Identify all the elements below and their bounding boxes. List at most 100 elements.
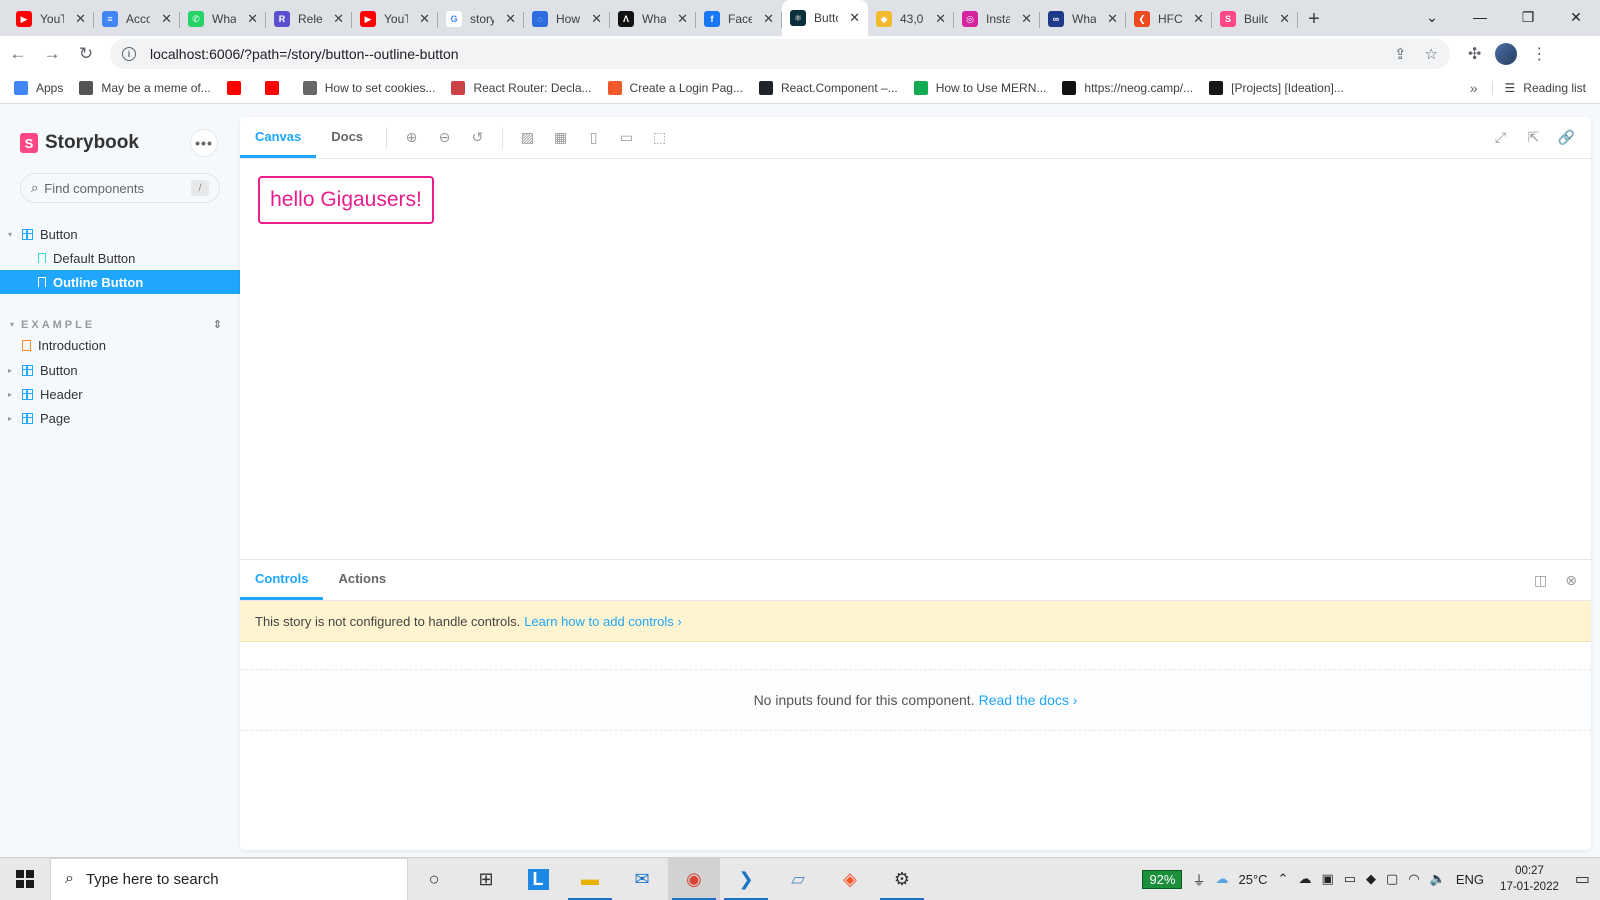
lapp-icon[interactable]: L xyxy=(512,858,564,900)
copy-link-icon[interactable]: 🔗 xyxy=(1550,117,1583,158)
tree-story-outline-button[interactable]: Outline Button xyxy=(0,270,240,294)
tab-close-icon[interactable]: ✕ xyxy=(333,11,344,27)
browser-tab[interactable]: Λ What ✕ xyxy=(610,2,696,36)
onedrive-icon[interactable]: ☁ xyxy=(1298,871,1311,887)
fullscreen-icon[interactable]: ⤢ xyxy=(1484,117,1517,158)
clock[interactable]: 00:27 17-01-2022 xyxy=(1500,863,1559,895)
tab-close-icon[interactable]: ✕ xyxy=(1193,11,1204,27)
tree-component-example-button[interactable]: ▸ Button xyxy=(0,358,240,382)
zoom-in-icon[interactable]: ⊕ xyxy=(395,117,428,158)
browser-tab[interactable]: ▶ YouTube ✕ xyxy=(352,2,438,36)
taskbar-search[interactable]: ⌕ Type here to search xyxy=(50,857,408,900)
browser-tab[interactable]: ❮ HFC ✕ xyxy=(1126,2,1212,36)
tree-component-header[interactable]: ▸ Header xyxy=(0,382,240,406)
remote-desktop-icon[interactable]: ▱ xyxy=(772,858,824,900)
browser-tab[interactable]: ▶ YouTube ✕ xyxy=(8,2,94,36)
browser-tab[interactable]: ✆ WhatsApp ✕ xyxy=(180,2,266,36)
tab-close-icon[interactable]: ✕ xyxy=(591,11,602,27)
extensions-icon[interactable]: ✣ xyxy=(1468,44,1481,64)
measure-icon[interactable]: ▭ xyxy=(610,117,643,158)
share-icon[interactable]: ⇪ xyxy=(1394,45,1407,63)
zoom-reset-icon[interactable]: ↺ xyxy=(461,117,494,158)
close-window-button[interactable]: ✕ xyxy=(1552,0,1600,34)
battery-icon[interactable]: ▭ xyxy=(1344,871,1356,887)
browser-tab[interactable]: ⚛ Button ✕ xyxy=(782,0,868,36)
battery-indicator[interactable]: 92% xyxy=(1142,869,1183,889)
start-button[interactable] xyxy=(0,858,50,900)
bookmark-item[interactable]: React Router: Decla... xyxy=(451,80,592,95)
search-input[interactable] xyxy=(44,180,185,196)
bookmark-item[interactable]: How to set cookies... xyxy=(302,80,435,95)
bookmark-item[interactable] xyxy=(226,80,249,95)
mail-icon[interactable]: ✉ xyxy=(616,858,668,900)
storybook-brand[interactable]: S Storybook xyxy=(20,132,139,154)
bookmark-item[interactable]: Apps xyxy=(14,80,63,95)
expand-collapse-icon[interactable]: ⇕ xyxy=(213,318,222,331)
tab-close-icon[interactable]: ✕ xyxy=(161,11,172,27)
grid-icon[interactable]: ▦ xyxy=(544,117,577,158)
close-panel-icon[interactable]: ⊗ xyxy=(1565,572,1577,589)
browser-tab[interactable]: ≡ Account ✕ xyxy=(94,2,180,36)
minimize-button[interactable]: — xyxy=(1456,0,1504,34)
back-button[interactable]: ← xyxy=(2,38,34,70)
bookmark-item[interactable]: How to Use MERN... xyxy=(913,80,1046,95)
tab-close-icon[interactable]: ✕ xyxy=(1021,11,1032,27)
tree-component-button[interactable]: ▾ Button xyxy=(0,222,240,246)
tree-component-page[interactable]: ▸ Page xyxy=(0,406,240,430)
display-icon[interactable]: ▢ xyxy=(1386,871,1398,887)
tab-close-icon[interactable]: ✕ xyxy=(935,11,946,27)
chrome-icon[interactable]: ◉ xyxy=(668,857,720,900)
preview-outline-button[interactable]: hello Gigausers! xyxy=(258,176,434,224)
zoom-out-icon[interactable]: ⊖ xyxy=(428,117,461,158)
tab-close-icon[interactable]: ✕ xyxy=(763,11,774,27)
read-docs-link[interactable]: Read the docs › xyxy=(979,692,1078,708)
viewport-icon[interactable]: ▯ xyxy=(577,117,610,158)
chrome-menu-icon[interactable]: ⋮ xyxy=(1531,44,1547,64)
url-text[interactable]: localhost:6006/?path=/story/button--outl… xyxy=(150,46,459,62)
tab-actions[interactable]: Actions xyxy=(323,560,401,600)
browser-tab[interactable]: ∞ What ✕ xyxy=(1040,2,1126,36)
vscode-icon[interactable]: ❯ xyxy=(720,858,772,900)
weather-icon[interactable]: ☁ xyxy=(1216,871,1229,887)
tab-close-icon[interactable]: ✕ xyxy=(1279,11,1290,27)
browser-tab[interactable]: Gstorybook ✕ xyxy=(438,2,524,36)
forward-button[interactable]: → xyxy=(36,38,68,70)
tab-close-icon[interactable]: ✕ xyxy=(419,11,430,27)
tree-doc-introduction[interactable]: Introduction xyxy=(0,333,240,357)
cortana-icon[interactable]: ○ xyxy=(408,858,460,900)
bookmark-item[interactable]: [Projects] [Ideation]... xyxy=(1209,80,1344,95)
weather-temperature[interactable]: 25°C xyxy=(1239,872,1268,887)
tray-chevron-up-icon[interactable]: ⌃ xyxy=(1278,871,1289,887)
tab-canvas[interactable]: Canvas xyxy=(240,117,317,158)
dropbox-icon[interactable]: ◆ xyxy=(1366,871,1376,887)
tab-controls[interactable]: Controls xyxy=(240,560,324,600)
bookmark-star-icon[interactable]: ☆ xyxy=(1425,45,1438,63)
brave-icon[interactable]: ◈ xyxy=(824,858,876,900)
notifications-icon[interactable]: ▭ xyxy=(1575,869,1590,889)
browser-tab[interactable]: f Facebook ✕ xyxy=(696,2,782,36)
browser-tab[interactable]: R Release ✕ xyxy=(266,2,352,36)
wifi-icon[interactable]: ◠ xyxy=(1408,871,1419,887)
browser-tab[interactable]: S Build ✕ xyxy=(1212,2,1298,36)
background-icon[interactable]: ▨ xyxy=(511,117,544,158)
task-view-icon[interactable]: ⊞ xyxy=(460,858,512,900)
new-tab-button[interactable]: + xyxy=(1298,2,1330,36)
tab-close-icon[interactable]: ✕ xyxy=(1107,11,1118,27)
reading-list-button[interactable]: ☰ Reading list xyxy=(1491,80,1586,95)
volume-icon[interactable]: 🔈 xyxy=(1430,871,1446,887)
sidebar-menu-button[interactable]: ••• xyxy=(190,129,218,157)
tab-close-icon[interactable]: ✕ xyxy=(75,11,86,27)
reload-button[interactable]: ↻ xyxy=(70,38,102,70)
bookmark-item[interactable]: https://neog.camp/... xyxy=(1062,80,1193,95)
browser-tab[interactable]: ◆ 43,0 ✕ xyxy=(868,2,954,36)
browser-tab[interactable]: ◌ How ✕ xyxy=(524,2,610,36)
more-bookmarks-icon[interactable]: » xyxy=(1470,80,1478,96)
open-new-tab-icon[interactable]: ⇱ xyxy=(1517,117,1550,158)
panel-orientation-icon[interactable]: ◫ xyxy=(1534,572,1547,589)
tab-close-icon[interactable]: ✕ xyxy=(247,11,258,27)
bookmark-item[interactable]: Create a Login Pag... xyxy=(607,80,743,95)
browser-tab[interactable]: ◎ Instagram ✕ xyxy=(954,2,1040,36)
bookmark-item[interactable]: React.Component –... xyxy=(758,80,898,95)
tab-close-icon[interactable]: ✕ xyxy=(677,11,688,27)
tab-close-icon[interactable]: ✕ xyxy=(849,10,860,26)
